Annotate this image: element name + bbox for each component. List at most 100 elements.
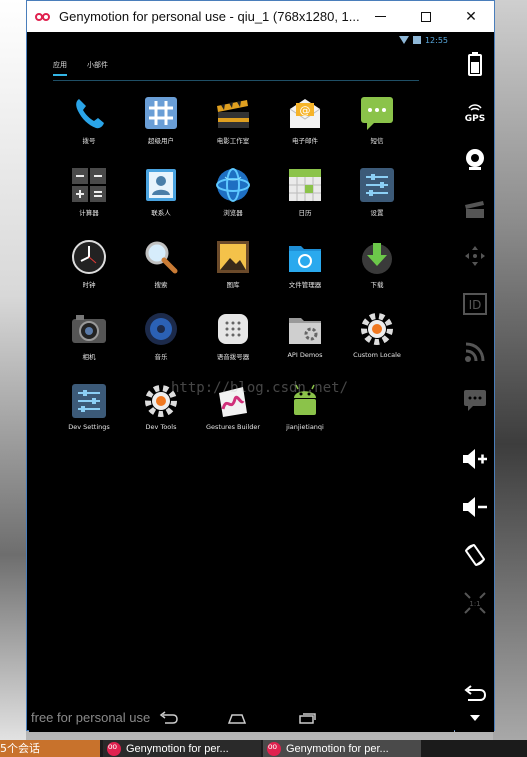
- app-label: 相机: [82, 353, 96, 361]
- app-api-demos[interactable]: API Demos: [269, 310, 341, 382]
- rotate-button[interactable]: [461, 541, 488, 568]
- toolbar-scroll-down[interactable]: [461, 712, 488, 724]
- dpad-button[interactable]: [461, 242, 488, 269]
- taskbar-item-label: Genymotion for per...: [286, 742, 389, 755]
- svg-text:ID: ID: [468, 298, 481, 312]
- svg-text:@: @: [300, 104, 311, 117]
- watermark: http://blog.csdn.net/: [171, 380, 349, 396]
- gps-button[interactable]: GPS: [461, 98, 488, 125]
- email-icon: @: [286, 94, 324, 132]
- app-label: API Demos: [287, 351, 323, 359]
- volume-down-button[interactable]: [461, 493, 488, 520]
- app-label: jianjietianqi: [286, 423, 324, 431]
- app-messaging[interactable]: 短信: [341, 94, 413, 166]
- app-label: 联系人: [151, 209, 171, 217]
- custom-locale-icon: [358, 310, 396, 348]
- app-contacts[interactable]: 联系人: [125, 166, 197, 238]
- app-clock[interactable]: 时钟: [53, 238, 125, 310]
- home-icon: [227, 714, 247, 724]
- app-gallery[interactable]: 图库: [197, 238, 269, 310]
- maximize-button[interactable]: [403, 1, 449, 32]
- recent-apps-icon: [299, 713, 316, 724]
- superuser-icon: [142, 94, 180, 132]
- recent-apps-button[interactable]: [297, 710, 317, 729]
- close-button[interactable]: ✕: [448, 1, 494, 32]
- rotate-icon: [464, 543, 485, 566]
- volume-up-button[interactable]: [461, 445, 488, 472]
- app-label: 超级用户: [148, 137, 174, 145]
- android-status-bar: 12:55: [29, 32, 454, 48]
- app-label: Dev Tools: [145, 423, 177, 431]
- taskbar-item-label: Genymotion for per...: [126, 742, 229, 755]
- app-label: 下载: [370, 281, 384, 289]
- dpad-icon: [464, 245, 485, 266]
- minimize-icon: [374, 16, 386, 17]
- home-button[interactable]: [227, 710, 247, 729]
- messaging-icon: [358, 94, 396, 132]
- svg-text:GPS: GPS: [464, 114, 484, 124]
- svg-text:1:1: 1:1: [469, 600, 480, 608]
- taskbar-item-genymotion-1[interactable]: Genymotion for per...: [103, 740, 261, 757]
- app-file-manager[interactable]: 文件管理器: [269, 238, 341, 310]
- wifi-icon: [398, 36, 409, 44]
- app-browser[interactable]: 浏览器: [197, 166, 269, 238]
- app-label: 电影工作室: [216, 137, 250, 145]
- app-superuser[interactable]: 超级用户: [125, 94, 197, 166]
- tab-apps[interactable]: 应用: [53, 58, 67, 76]
- chat-icon: [463, 389, 486, 411]
- genymotion-logo-icon: [107, 741, 121, 756]
- app-label: 音乐: [154, 353, 168, 361]
- search-icon: [142, 238, 180, 276]
- contacts-icon: [142, 166, 180, 204]
- app-email[interactable]: @ 电子邮件: [269, 94, 341, 166]
- taskbar-item-genymotion-2[interactable]: Genymotion for per...: [263, 740, 421, 757]
- pixel-perfect-button[interactable]: 1:1: [461, 589, 488, 616]
- tab-widgets[interactable]: 小部件: [87, 58, 108, 76]
- network-button[interactable]: [461, 338, 488, 365]
- app-camera[interactable]: 相机: [53, 310, 125, 382]
- app-voice-dialer[interactable]: 语音拨号器: [197, 310, 269, 382]
- sms-button[interactable]: [461, 386, 488, 413]
- app-dialer[interactable]: 拨号: [53, 94, 125, 166]
- battery-icon: [467, 51, 482, 76]
- app-label: 设置: [370, 209, 384, 217]
- rss-icon: [464, 342, 484, 362]
- battery-button[interactable]: [461, 50, 488, 77]
- screencast-button[interactable]: [461, 194, 488, 221]
- app-dev-settings[interactable]: Dev Settings: [53, 382, 125, 454]
- device-id-button[interactable]: ID: [461, 290, 488, 317]
- app-label: 搜索: [154, 281, 168, 289]
- movie-studio-icon: [214, 94, 252, 132]
- app-calendar[interactable]: 日历: [269, 166, 341, 238]
- app-label: 时钟: [82, 281, 96, 289]
- genymotion-toolbar: GPS ID 1:1: [455, 32, 494, 732]
- app-settings[interactable]: 设置: [341, 166, 413, 238]
- title-bar[interactable]: Genymotion for personal use - qiu_1 (768…: [27, 1, 494, 32]
- back-icon: [463, 684, 486, 701]
- app-music[interactable]: 音乐: [125, 310, 197, 382]
- free-use-label: free for personal use: [31, 710, 151, 725]
- app-label: 语音拨号器: [216, 353, 250, 361]
- back-button[interactable]: [159, 710, 179, 729]
- gallery-icon: [214, 238, 252, 276]
- minimize-button[interactable]: [357, 1, 403, 32]
- app-search[interactable]: 搜索: [125, 238, 197, 310]
- app-movie-studio[interactable]: 电影工作室: [197, 94, 269, 166]
- taskbar-session-item[interactable]: 5个会话: [0, 740, 100, 757]
- battery-status-icon: [412, 36, 421, 44]
- app-downloads[interactable]: 下载: [341, 238, 413, 310]
- app-calculator[interactable]: 计算器: [53, 166, 125, 238]
- genymotion-logo-icon: [35, 12, 53, 22]
- camera-icon: [70, 310, 108, 348]
- api-demos-icon: [286, 310, 324, 348]
- app-label: 计算器: [79, 209, 99, 217]
- tab-divider: [53, 80, 419, 81]
- app-custom-locale[interactable]: Custom Locale: [341, 310, 413, 382]
- webcam-button[interactable]: [461, 146, 488, 173]
- android-screen[interactable]: 12:55 应用 小部件 拨号 超级用户 电影工作室 @ 电子邮件 短信 计算器…: [29, 32, 454, 732]
- app-label: 短信: [370, 137, 384, 145]
- android-back-button[interactable]: [461, 680, 488, 707]
- browser-icon: [214, 166, 252, 204]
- back-arrow-icon: [159, 711, 178, 724]
- status-clock: 12:55: [424, 35, 448, 45]
